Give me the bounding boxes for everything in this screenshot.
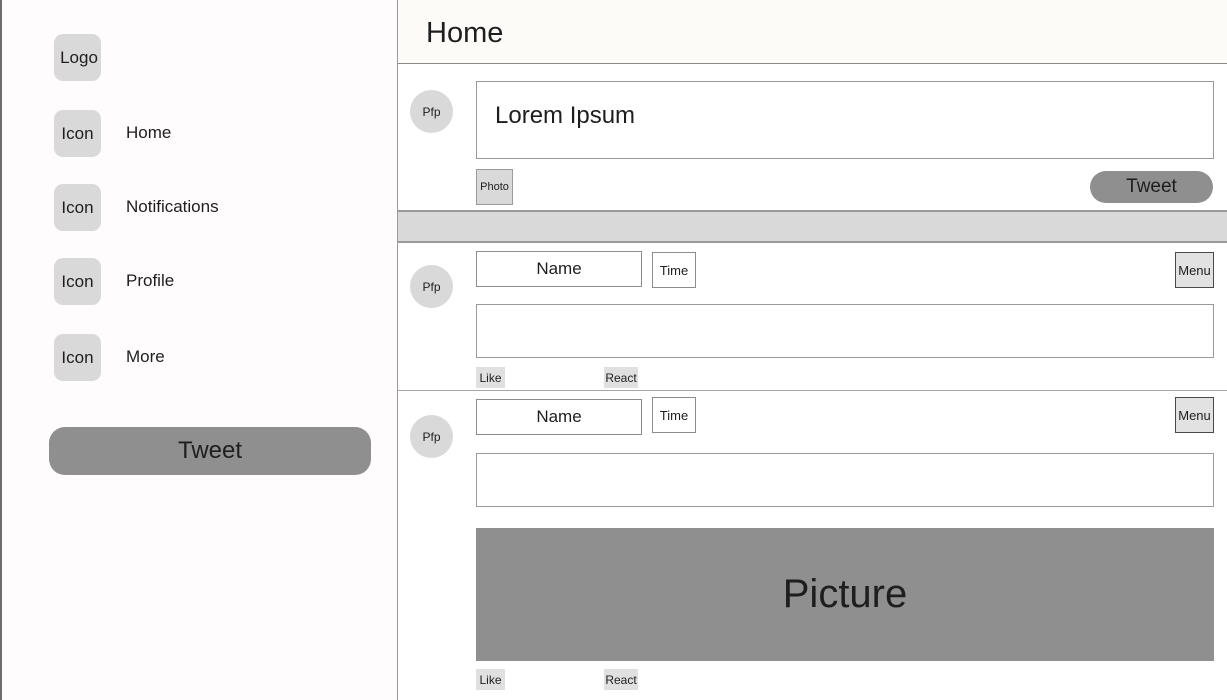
like-button[interactable]: Like bbox=[476, 367, 505, 388]
more-icon[interactable]: Icon bbox=[54, 334, 101, 381]
post-author-name[interactable]: Name bbox=[476, 399, 642, 435]
like-button[interactable]: Like bbox=[476, 669, 505, 690]
tweet-button[interactable]: Tweet bbox=[1090, 171, 1213, 203]
post-divider bbox=[398, 390, 1227, 391]
post-menu-button[interactable]: Menu bbox=[1175, 397, 1214, 433]
post-author-name[interactable]: Name bbox=[476, 251, 642, 287]
post-timestamp: Time bbox=[652, 252, 696, 288]
main-feed: Home Pfp Lorem Ipsum Photo Tweet Pfp Nam… bbox=[398, 0, 1227, 700]
post-avatar[interactable]: Pfp bbox=[410, 415, 453, 458]
post-body bbox=[476, 304, 1214, 358]
sidebar-tweet-button[interactable]: Tweet bbox=[49, 427, 371, 475]
post-avatar[interactable]: Pfp bbox=[410, 265, 453, 308]
compose-text: Lorem Ipsum bbox=[495, 102, 636, 129]
home-icon[interactable]: Icon bbox=[54, 110, 101, 157]
header: Home bbox=[398, 0, 1227, 64]
compose-input[interactable]: Lorem Ipsum bbox=[476, 81, 1214, 159]
sidebar-item-notifications[interactable]: Notifications bbox=[126, 197, 219, 217]
post-picture[interactable]: Picture bbox=[476, 528, 1214, 661]
photo-button[interactable]: Photo bbox=[476, 169, 513, 205]
sidebar-item-profile[interactable]: Profile bbox=[126, 271, 174, 291]
section-separator bbox=[398, 210, 1227, 243]
post-timestamp: Time bbox=[652, 397, 696, 433]
react-button[interactable]: React bbox=[604, 367, 638, 388]
post-menu-button[interactable]: Menu bbox=[1175, 252, 1214, 288]
post-body bbox=[476, 453, 1214, 507]
logo[interactable]: Logo bbox=[54, 34, 101, 81]
compose-avatar: Pfp bbox=[410, 90, 453, 133]
react-button[interactable]: React bbox=[604, 669, 638, 690]
sidebar-item-home[interactable]: Home bbox=[126, 123, 171, 143]
sidebar: Logo Icon Home Icon Notifications Icon P… bbox=[0, 0, 398, 700]
sidebar-item-more[interactable]: More bbox=[126, 347, 165, 367]
notifications-icon[interactable]: Icon bbox=[54, 184, 101, 231]
page-title: Home bbox=[426, 17, 504, 49]
profile-icon[interactable]: Icon bbox=[54, 258, 101, 305]
